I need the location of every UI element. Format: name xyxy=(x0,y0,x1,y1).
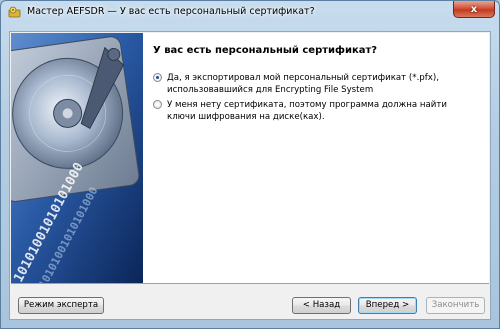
option-no-certificate-label[interactable]: У меня нету сертификата, поэтому програм… xyxy=(167,99,467,123)
wizard-content-pane: У вас есть персональный сертификат? Да, … xyxy=(143,33,489,283)
wizard-window: Мастер AEFSDR — У вас есть персональный … xyxy=(0,0,500,329)
title-bar[interactable]: Мастер AEFSDR — У вас есть персональный … xyxy=(1,1,499,23)
radio-no-certificate[interactable] xyxy=(153,100,162,109)
close-button[interactable]: x xyxy=(453,1,495,18)
key-app-icon xyxy=(8,6,22,18)
window-title: Мастер AEFSDR — У вас есть персональный … xyxy=(27,6,315,17)
expert-mode-button[interactable]: Режим эксперта xyxy=(18,297,104,314)
finish-button[interactable]: Закончить xyxy=(426,297,485,314)
close-icon: x xyxy=(470,3,478,15)
option-have-certificate-label[interactable]: Да, я экспортировал мой персональный сер… xyxy=(167,72,467,96)
next-button[interactable]: Вперед > xyxy=(358,297,417,314)
radio-have-certificate[interactable] xyxy=(153,73,162,82)
button-separator xyxy=(11,283,489,284)
dialog-client-area: 10101001010101000 10101001010101000 У ва… xyxy=(9,31,491,320)
wizard-side-image: 10101001010101000 10101001010101000 xyxy=(11,33,143,283)
back-button[interactable]: < Назад xyxy=(292,297,351,314)
page-heading: У вас есть персональный сертификат? xyxy=(153,45,378,56)
